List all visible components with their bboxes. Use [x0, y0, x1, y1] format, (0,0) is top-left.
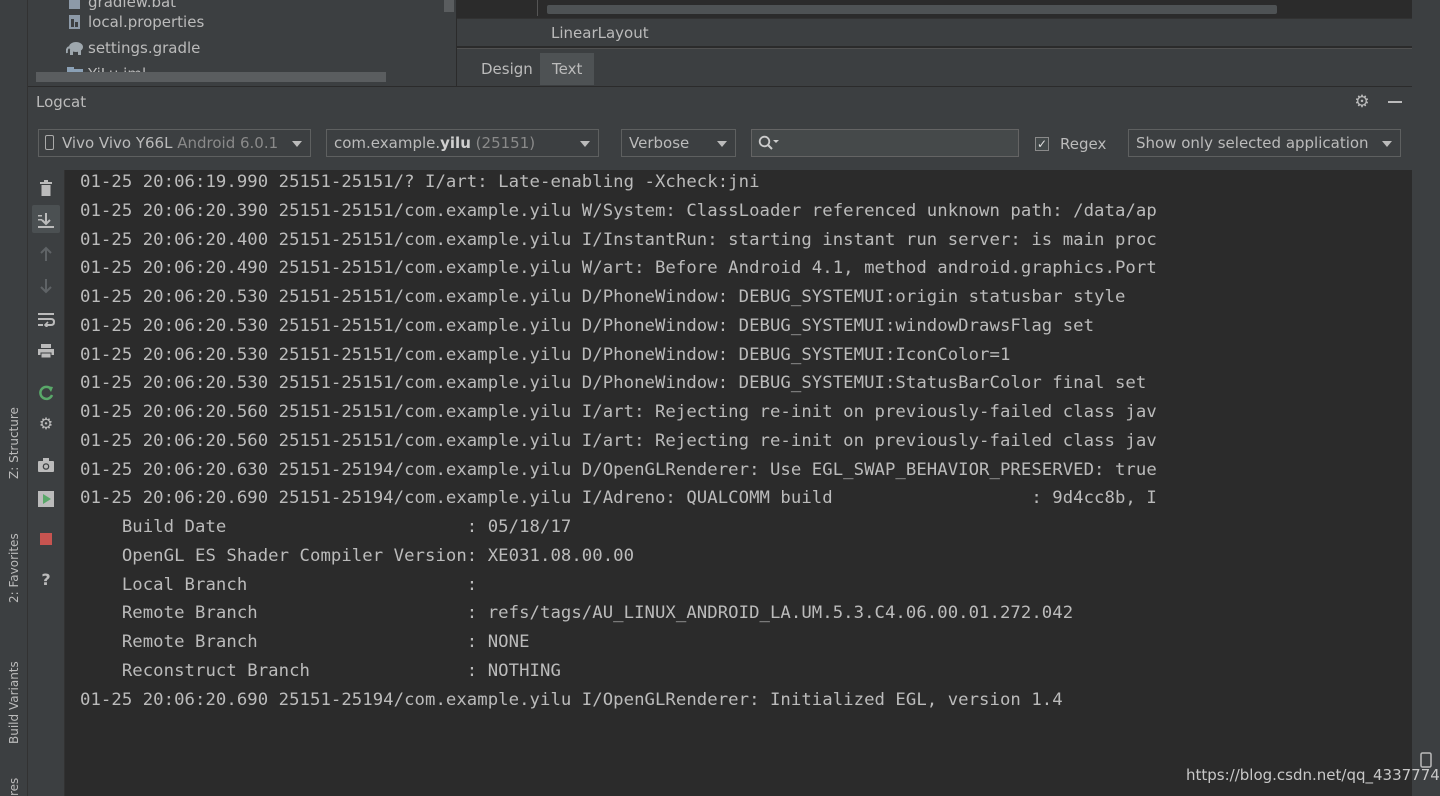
- watermark: https://blog.csdn.net/qq_43377749: [1186, 766, 1440, 784]
- regex-checkbox[interactable]: ✓: [1035, 137, 1049, 151]
- build-variants-tab-label: Build Variants: [6, 661, 21, 744]
- editor-gutter-divider: [537, 0, 538, 16]
- editor-horizontal-scrollbar[interactable]: [547, 5, 1277, 14]
- video-icon[interactable]: [32, 484, 60, 512]
- log-line: Build Date : 05/18/17: [80, 517, 572, 537]
- favorites-tab-label: 2: Favorites: [6, 533, 21, 603]
- left-tool-strip: Z: Structure 2: Favorites Build Variants…: [0, 0, 28, 796]
- process-name: yilu: [440, 134, 471, 152]
- up-arrow-icon[interactable]: [32, 239, 60, 267]
- process-prefix: com.example.: [334, 134, 441, 152]
- tree-item-local-properties[interactable]: local.properties: [66, 10, 204, 34]
- log-line: 01-25 20:06:19.990 25151-25151/? I/art: …: [80, 172, 760, 192]
- logcat-title: Logcat: [36, 93, 87, 111]
- device-select[interactable]: Vivo Vivo Y66L Android 6.0.1: [38, 129, 311, 157]
- log-line: 01-25 20:06:20.530 25151-25151/com.examp…: [80, 287, 1126, 307]
- log-line: 01-25 20:06:20.630 25151-25194/com.examp…: [80, 460, 1157, 480]
- chevron-down-icon: [580, 141, 590, 147]
- favorites-tab[interactable]: 2: Favorites: [0, 508, 27, 603]
- log-line: 01-25 20:06:20.530 25151-25151/com.examp…: [80, 373, 1147, 393]
- gear-icon[interactable]: ⚙: [32, 410, 60, 438]
- soft-wrap-icon[interactable]: [32, 304, 60, 332]
- search-input[interactable]: [751, 129, 1019, 157]
- project-horizontal-scrollbar[interactable]: [36, 72, 386, 82]
- gear-icon[interactable]: ⚙: [1352, 92, 1372, 112]
- tab-text[interactable]: Text: [540, 53, 595, 85]
- editor-area: LinearLayout Design Text: [457, 0, 1412, 87]
- chevron-down-icon: [717, 141, 727, 147]
- print-icon[interactable]: [32, 336, 60, 364]
- log-line: OpenGL ES Shader Compiler Version: XE031…: [80, 546, 635, 566]
- process-select[interactable]: com.example.yilu (25151): [326, 129, 599, 157]
- tab-design[interactable]: Design: [469, 53, 545, 85]
- device-name: Vivo Vivo Y66L: [62, 134, 173, 152]
- tree-item-settings-gradle[interactable]: settings.gradle: [66, 36, 200, 60]
- filter-value: Show only selected application: [1136, 134, 1369, 152]
- log-line: Reconstruct Branch : NOTHING: [80, 661, 561, 681]
- captures-tab[interactable]: res: [0, 776, 27, 796]
- right-tool-strip: [1411, 0, 1440, 796]
- search-icon: [758, 135, 779, 150]
- stop-icon[interactable]: [32, 524, 60, 552]
- device-os: Android 6.0.1: [177, 134, 279, 152]
- log-line: 01-25 20:06:20.490 25151-25151/com.examp…: [80, 258, 1157, 278]
- log-line: 01-25 20:06:20.690 25151-25194/com.examp…: [80, 488, 1157, 508]
- filter-select[interactable]: Show only selected application: [1128, 129, 1401, 157]
- build-variants-tab[interactable]: Build Variants: [0, 636, 27, 744]
- breadcrumb-item-linearlayout[interactable]: LinearLayout: [551, 24, 649, 42]
- log-line: Remote Branch : NONE: [80, 632, 530, 652]
- structure-tab[interactable]: Z: Structure: [0, 384, 27, 479]
- trash-icon[interactable]: [32, 173, 60, 201]
- file-icon: [69, 0, 80, 9]
- log-level-value: Verbose: [629, 134, 690, 152]
- log-line: 01-25 20:06:20.560 25151-25151/com.examp…: [80, 431, 1157, 451]
- log-line: Local Branch :: [80, 575, 478, 595]
- structure-tab-label: Z: Structure: [6, 407, 21, 479]
- regex-label: Regex: [1060, 135, 1107, 153]
- project-vertical-scrollbar[interactable]: [444, 0, 454, 12]
- tree-item-label: local.properties: [88, 13, 205, 31]
- breadcrumb: LinearLayout: [457, 18, 1412, 46]
- help-icon[interactable]: ?: [32, 566, 60, 594]
- log-line: 01-25 20:06:20.530 25151-25151/com.examp…: [80, 316, 1095, 336]
- captures-tab-label: res: [6, 777, 21, 796]
- logcat-header: Logcat ⚙: [28, 86, 1412, 117]
- log-level-select[interactable]: Verbose: [621, 129, 736, 157]
- down-arrow-icon[interactable]: [32, 271, 60, 299]
- log-line: 01-25 20:06:20.560 25151-25151/com.examp…: [80, 402, 1157, 422]
- chevron-down-icon: [292, 141, 302, 147]
- log-line: Remote Branch : refs/tags/AU_LINUX_ANDRO…: [80, 603, 1074, 623]
- logcat-side-toolbar: ⚙ ?: [28, 170, 65, 796]
- tree-item-label: settings.gradle: [88, 39, 201, 57]
- log-line: 01-25 20:06:20.390 25151-25151/com.examp…: [80, 201, 1157, 221]
- log-line: 01-25 20:06:20.530 25151-25151/com.examp…: [80, 345, 1011, 365]
- phone-icon: [45, 135, 54, 150]
- design-text-tabs: Design Text: [457, 48, 1412, 87]
- project-tree: gradlew.bat local.properties settings.gr…: [28, 0, 456, 86]
- process-pid: (25151): [475, 134, 536, 152]
- minimize-icon[interactable]: [1385, 92, 1405, 112]
- chevron-down-icon: [1382, 141, 1392, 147]
- log-line: 01-25 20:06:20.690 25151-25194/com.examp…: [80, 690, 1063, 710]
- log-line: 01-25 20:06:20.400 25151-25151/com.examp…: [80, 230, 1157, 250]
- properties-file-icon: [69, 15, 80, 29]
- restart-icon[interactable]: [32, 378, 60, 406]
- logcat-toolbar: Vivo Vivo Y66L Android 6.0.1 com.example…: [28, 116, 1412, 170]
- logcat-output[interactable]: 01-25 20:06:19.990 25151-25151/? I/art: …: [65, 170, 1412, 796]
- gradle-elephant-icon: [66, 42, 83, 55]
- camera-icon[interactable]: [32, 450, 60, 478]
- scroll-to-end-icon[interactable]: [32, 205, 60, 233]
